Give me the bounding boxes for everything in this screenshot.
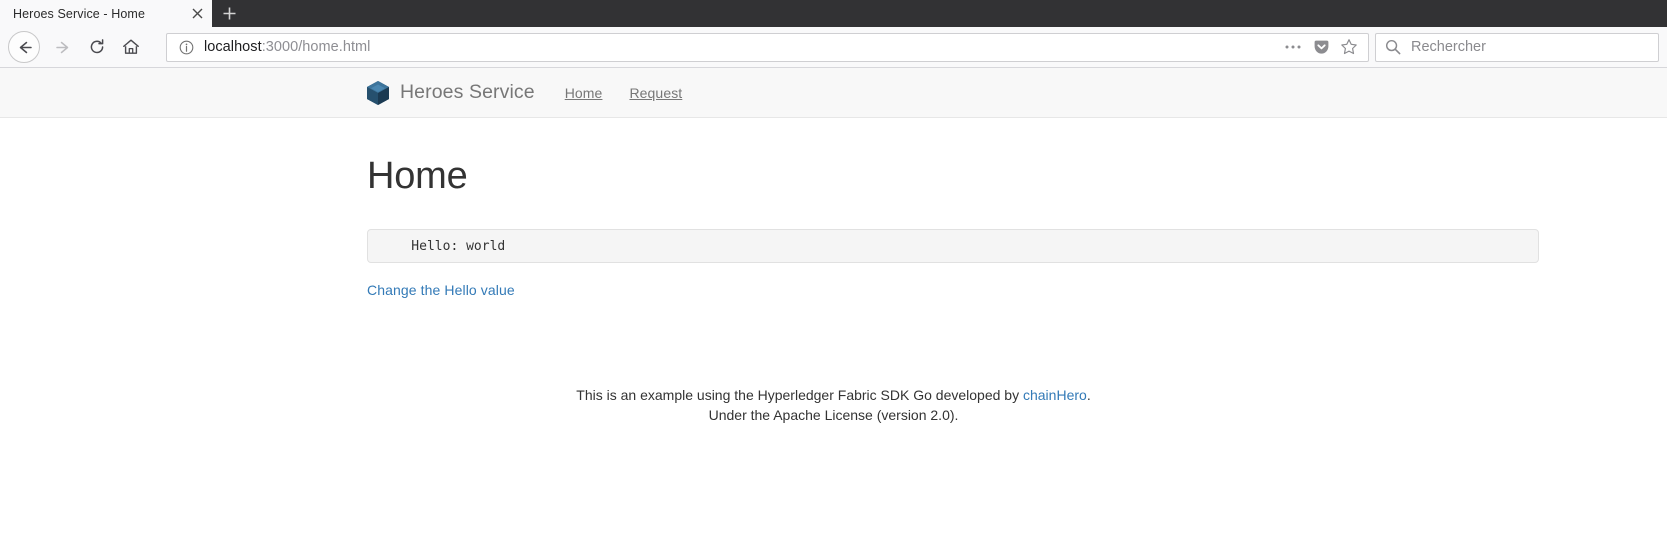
tab-strip: Heroes Service - Home [0,0,1667,27]
brand[interactable]: Heroes Service [367,80,535,105]
back-arrow-icon [19,41,32,53]
back-button[interactable] [8,31,40,63]
browser-window: Heroes Service - Home localhost:3000/hom… [0,0,1667,543]
pocket-icon[interactable] [1308,34,1334,60]
chainhero-link[interactable]: chainHero [1023,387,1087,403]
url-host: localhost [204,39,262,55]
brand-title: Heroes Service [400,81,535,103]
page-footer: This is an example using the Hyperledger… [367,386,1539,425]
info-circle-icon[interactable] [177,38,195,56]
page-viewport: Heroes Service Home Request Home Hello: … [0,68,1667,543]
browser-tab[interactable]: Heroes Service - Home [0,0,212,27]
nav-link-home[interactable]: Home [565,85,603,101]
tab-title: Heroes Service - Home [13,6,146,21]
nav-link-request[interactable]: Request [629,85,682,101]
new-tab-button[interactable] [212,0,246,27]
reload-button[interactable] [80,31,114,63]
search-bar[interactable]: Rechercher [1375,32,1659,62]
address-bar-actions [1280,34,1362,60]
hello-output-text: Hello: world [380,238,506,254]
home-button[interactable] [114,31,148,63]
browser-toolbar: localhost:3000/home.html Rechercher [0,27,1667,68]
hello-output-block: Hello: world [367,229,1539,263]
page-title: Home [367,155,468,197]
forward-button[interactable] [46,31,80,63]
site-navbar: Heroes Service Home Request [0,68,1667,118]
url-path: :3000/home.html [261,39,371,55]
footer-line-2: Under the Apache License (version 2.0). [708,406,959,423]
home-icon [123,39,139,54]
footer-text-post: . [1086,387,1091,403]
search-icon [1384,38,1402,56]
hyperledger-cube-icon [367,80,389,105]
forward-arrow-icon [55,41,68,53]
change-hello-value-link[interactable]: Change the Hello value [367,282,515,298]
address-bar[interactable]: localhost:3000/home.html [166,32,1369,62]
plus-icon [223,7,235,20]
address-bar-text: localhost:3000/home.html [204,39,1280,55]
search-input[interactable]: Rechercher [1411,39,1486,55]
ellipsis-icon[interactable] [1280,34,1306,60]
footer-text-pre: This is an example using the Hyperledger… [576,387,1023,403]
close-icon[interactable] [188,5,206,23]
star-icon[interactable] [1336,34,1362,60]
main-content: Home Hello: world Change the Hello value… [0,155,1667,425]
reload-icon [90,39,104,54]
footer-line-1: This is an example using the Hyperledger… [367,386,1300,406]
